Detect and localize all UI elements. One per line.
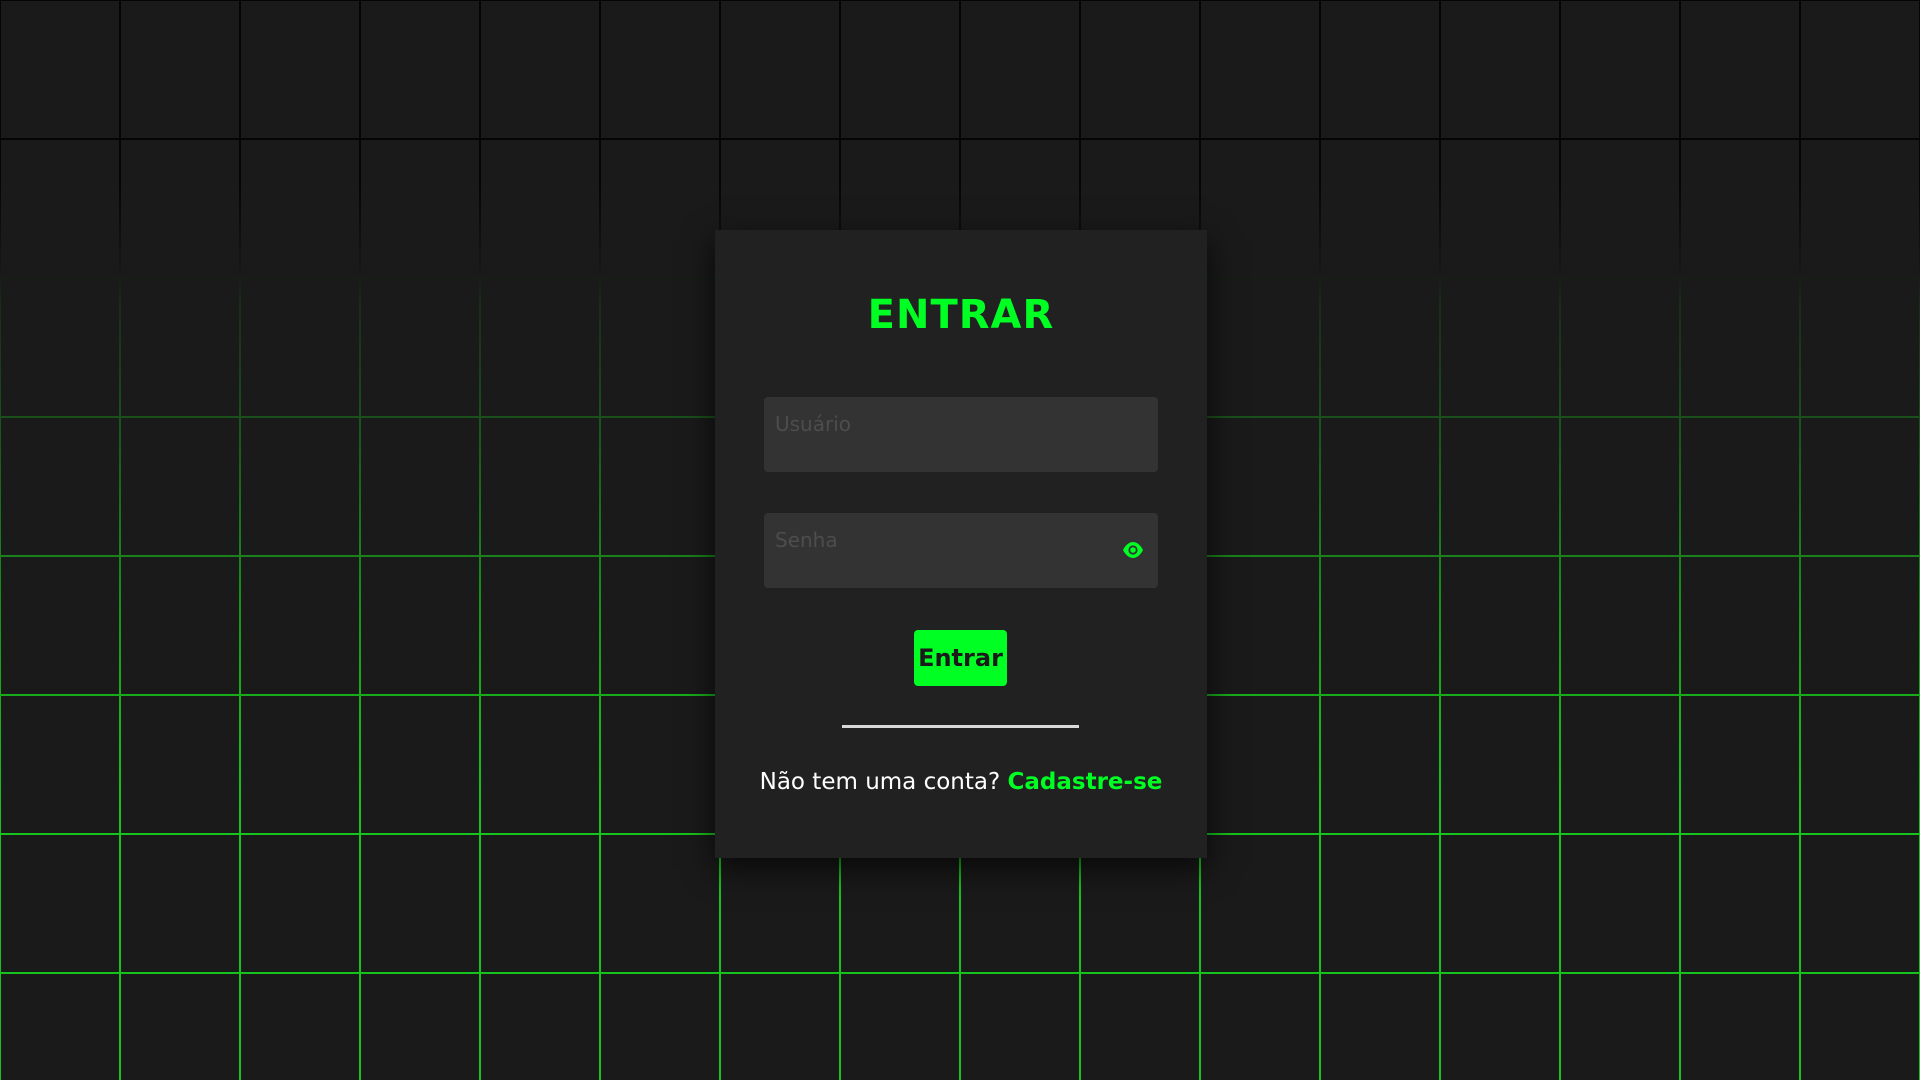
username-input[interactable] <box>764 397 1158 472</box>
signup-text: Não tem uma conta? Cadastre-se <box>715 769 1207 795</box>
login-title: ENTRAR <box>867 292 1055 338</box>
eye-icon[interactable] <box>1122 540 1144 560</box>
password-field[interactable] <box>764 513 1158 588</box>
username-field[interactable] <box>764 397 1158 472</box>
login-card: ENTRAR Entrar Não tem uma conta? Cadastr… <box>715 230 1207 858</box>
login-button[interactable]: Entrar <box>914 630 1007 686</box>
divider <box>842 725 1079 728</box>
signup-link[interactable]: Cadastre-se <box>1008 769 1163 795</box>
signup-prompt: Não tem uma conta? <box>759 769 1001 795</box>
password-input[interactable] <box>764 513 1158 588</box>
